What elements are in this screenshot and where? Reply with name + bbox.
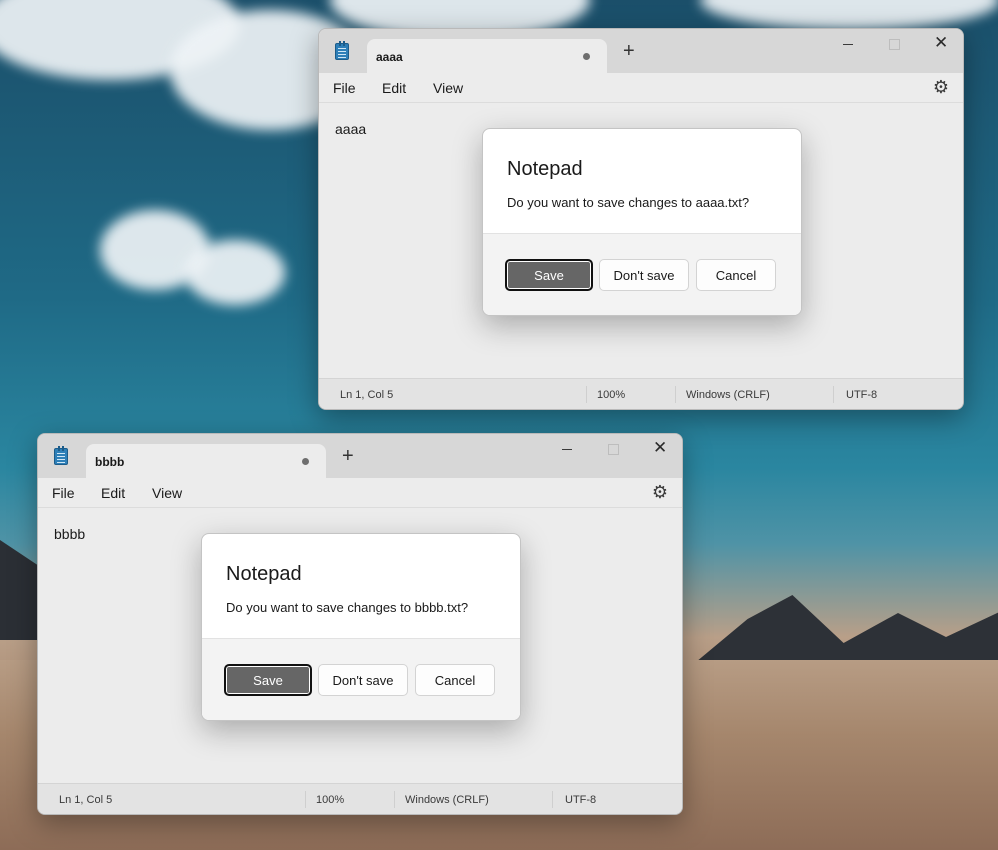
dialog-footer: Save Don't save Cancel [483,233,801,315]
title-bar[interactable]: bbbb + ✕ [38,434,682,478]
encoding[interactable]: UTF-8 [846,389,877,401]
status-divider [675,386,676,403]
notepad-icon [54,446,68,465]
cloud [185,240,285,305]
close-icon: ✕ [934,33,949,52]
document-text: aaaa [335,121,367,137]
menu-file[interactable]: File [52,485,75,501]
save-dialog: Notepad Do you want to save changes to b… [201,533,521,721]
settings-gear-icon[interactable]: ⚙ [933,78,949,96]
close-button[interactable]: ✕ [636,434,682,466]
new-tab-icon[interactable]: + [342,446,354,466]
menu-edit[interactable]: Edit [101,485,125,501]
cursor-position: Ln 1, Col 5 [59,794,113,806]
dialog-title: Notepad [507,158,583,180]
tab-title: bbbb [95,455,125,469]
cloud [700,0,998,30]
notepad-icon [335,41,349,60]
dont-save-button[interactable]: Don't save [599,259,689,291]
menu-bar: File Edit View ⚙ [319,73,963,103]
minimize-button[interactable] [544,434,590,466]
line-ending[interactable]: Windows (CRLF) [686,389,770,401]
dialog-message: Do you want to save changes to aaaa.txt? [507,195,750,210]
save-button[interactable]: Save [505,259,593,291]
status-bar: Ln 1, Col 5 100% Windows (CRLF) UTF-8 [319,378,963,409]
zoom-level[interactable]: 100% [597,389,625,401]
title-bar[interactable]: aaaa + ✕ [319,29,963,73]
maximize-button[interactable] [871,29,917,61]
minimize-button[interactable] [825,29,871,61]
cursor-position: Ln 1, Col 5 [340,389,394,401]
document-text: bbbb [54,526,86,542]
menu-view[interactable]: View [433,80,463,96]
tab-document[interactable]: aaaa [367,39,607,73]
unsaved-dot-icon[interactable] [302,458,309,465]
status-bar: Ln 1, Col 5 100% Windows (CRLF) UTF-8 [38,783,682,814]
cancel-button[interactable]: Cancel [696,259,776,291]
status-divider [586,386,587,403]
status-divider [305,791,306,808]
new-tab-icon[interactable]: + [623,41,635,61]
tab-document[interactable]: bbbb [86,444,326,478]
tab-title: aaaa [376,50,403,64]
save-button[interactable]: Save [224,664,312,696]
encoding[interactable]: UTF-8 [565,794,596,806]
line-ending[interactable]: Windows (CRLF) [405,794,489,806]
cancel-button[interactable]: Cancel [415,664,495,696]
status-divider [394,791,395,808]
close-button[interactable]: ✕ [917,29,963,61]
close-icon: ✕ [653,438,668,457]
zoom-level[interactable]: 100% [316,794,344,806]
dialog-title: Notepad [226,563,302,585]
status-divider [552,791,553,808]
menu-view[interactable]: View [152,485,182,501]
status-divider [833,386,834,403]
menu-bar: File Edit View ⚙ [38,478,682,508]
dialog-message: Do you want to save changes to bbbb.txt? [226,600,469,615]
menu-edit[interactable]: Edit [382,80,406,96]
unsaved-dot-icon[interactable] [583,53,590,60]
dialog-footer: Save Don't save Cancel [202,638,520,720]
maximize-button[interactable] [590,434,636,466]
menu-file[interactable]: File [333,80,356,96]
save-dialog: Notepad Do you want to save changes to a… [482,128,802,316]
dont-save-button[interactable]: Don't save [318,664,408,696]
settings-gear-icon[interactable]: ⚙ [652,483,668,501]
